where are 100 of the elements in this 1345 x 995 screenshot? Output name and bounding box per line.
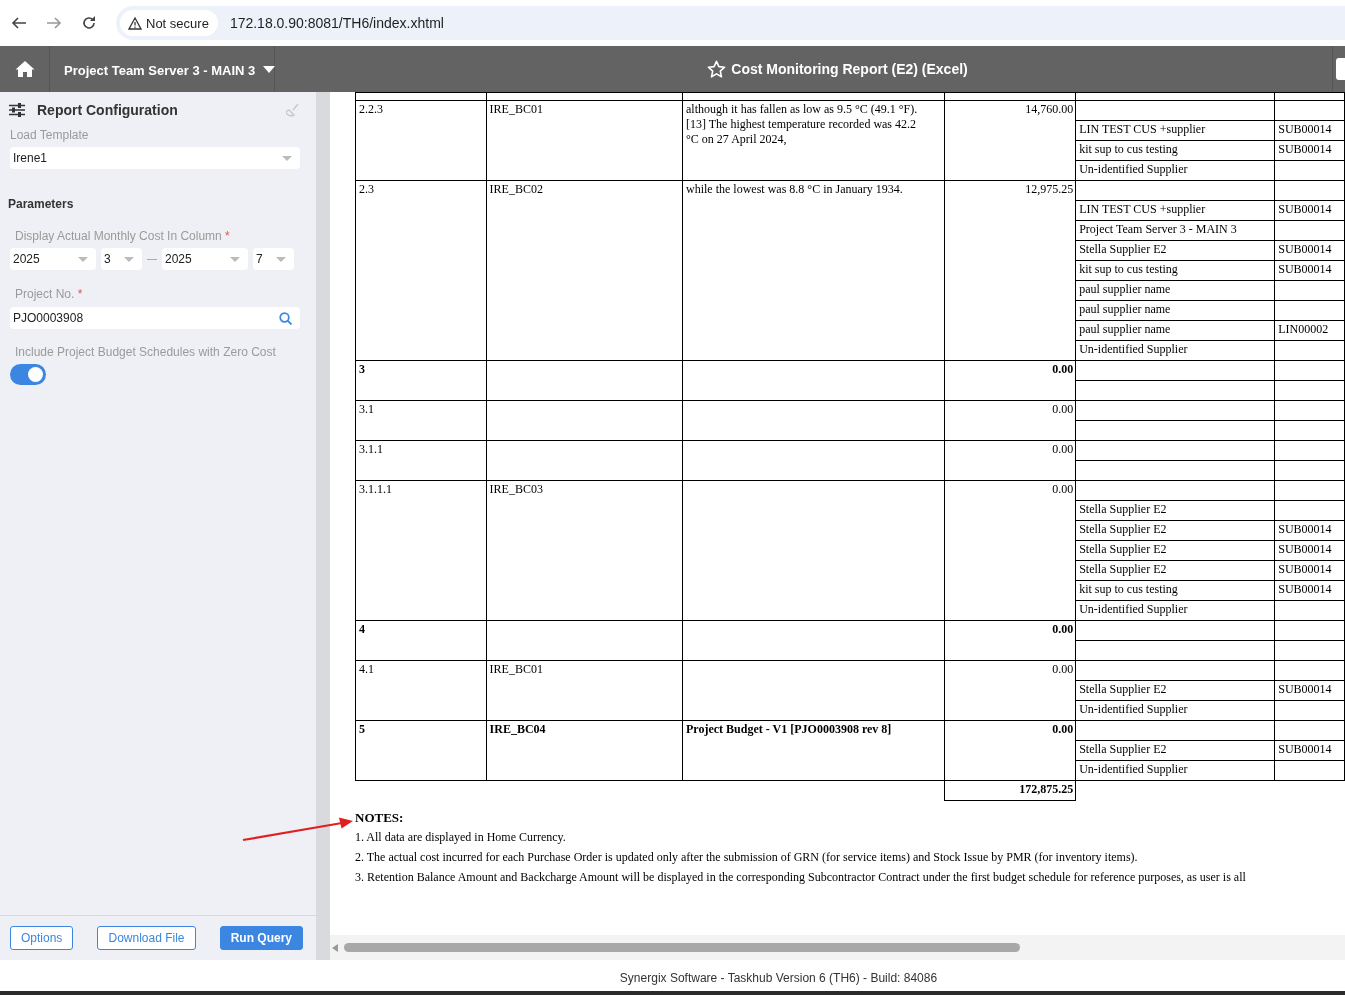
- address-bar[interactable]: Not secure 172.18.0.90:8081/TH6/index.xhtml: [116, 6, 1345, 40]
- notes-title: NOTES:: [355, 810, 405, 827]
- table-cell: Project Budget - V1 [PJO0003908 rev 8]: [682, 720, 945, 781]
- table-cell: SUB00014: [1274, 240, 1345, 261]
- table-cell: SUB00014: [1274, 580, 1345, 601]
- field-label: Project No. *: [15, 287, 84, 301]
- table-cell: IRE_BC01: [486, 660, 683, 721]
- table-cell: LIN TEST CUS +supplier: [1075, 120, 1275, 141]
- action-button[interactable]: Download File: [97, 926, 196, 950]
- table-cell: Stella Supplier E2: [1075, 680, 1275, 701]
- table-cell: Stella Supplier E2: [1075, 520, 1275, 541]
- footer-text: Synergix Software - Taskhub Version 6 (TH6) - Build: 84086: [619, 971, 938, 987]
- table-cell: 4.1: [355, 660, 487, 721]
- security-label: Not secure: [146, 15, 209, 31]
- table-cell: SUB00014: [1274, 740, 1345, 761]
- table-cell: 0.00: [944, 620, 1076, 661]
- table-cell: Project Team Server 3 - MAIN 3: [1075, 220, 1275, 241]
- warning-icon: [128, 16, 142, 30]
- field-label: Include Project Budget Schedules with Zero Cost: [15, 345, 277, 359]
- table-cell: Un-identified Supplier: [1075, 600, 1275, 621]
- table-cell: 14,760.00: [944, 100, 1076, 181]
- month-select[interactable]: 7: [253, 248, 294, 270]
- forward-icon[interactable]: [46, 15, 62, 31]
- table-cell: 3.1: [355, 400, 487, 441]
- note-text: 2. The actual cost incurred for each Purchase Order is updated only after the submission of GRN (for service items) and Stock Issue by PMR (for inventory items).: [355, 850, 1139, 866]
- table-cell: SUB00014: [1274, 680, 1345, 701]
- table-cell: kit sup to cus testing: [1075, 140, 1275, 161]
- scroll-left-icon[interactable]: [332, 943, 338, 952]
- table-cell: 0.00: [944, 400, 1076, 441]
- table-cell: SUB00014: [1274, 140, 1345, 161]
- table-cell: Stella Supplier E2: [1075, 540, 1275, 561]
- table-cell: IRE_BC01: [486, 100, 683, 181]
- table-cell: Un-identified Supplier: [1075, 700, 1275, 721]
- table-cell: SUB00014: [1274, 560, 1345, 581]
- table-cell: 0.00: [944, 440, 1076, 481]
- section-title: Parameters: [8, 197, 75, 211]
- table-cell: Stella Supplier E2: [1075, 560, 1275, 581]
- sliders-icon: [9, 103, 25, 117]
- report-title: Cost Monitoring Report (E2) (Excel): [731, 61, 968, 77]
- table-cell: SUB00014: [1274, 260, 1345, 281]
- url-text: 172.18.0.90:8081/TH6/index.xhtml: [229, 15, 444, 31]
- month-select[interactable]: 3: [101, 248, 142, 270]
- caret-icon: [276, 256, 286, 262]
- search-field[interactable]: [1336, 58, 1345, 80]
- table-cell: LIN00002: [1274, 320, 1345, 341]
- caret-icon: [282, 155, 292, 161]
- table-cell: Stella Supplier E2: [1075, 500, 1275, 521]
- table-cell: 0.00: [944, 360, 1076, 401]
- template-select[interactable]: Irene1: [10, 147, 300, 169]
- table-cell: IRE_BC03: [486, 480, 683, 621]
- caret-icon: [230, 256, 240, 262]
- reload-icon[interactable]: [81, 15, 97, 31]
- table-cell: 2.3: [355, 180, 487, 361]
- table-cell: Un-identified Supplier: [1075, 340, 1275, 361]
- year-select[interactable]: 2025: [162, 248, 248, 270]
- table-cell: 4: [355, 620, 487, 661]
- table-cell: kit sup to cus testing: [1075, 260, 1275, 281]
- project-name: Project Team Server 3 - MAIN 3: [64, 62, 256, 78]
- table-cell: 3.1.1: [355, 440, 487, 481]
- table-cell: paul supplier name: [1075, 300, 1275, 321]
- table-cell: while the lowest was 8.8 °C in January 1934.: [682, 180, 945, 361]
- table-cell: SUB00014: [1274, 540, 1345, 561]
- search-icon[interactable]: [279, 311, 292, 325]
- table-cell: kit sup to cus testing: [1075, 580, 1275, 601]
- table-cell: SUB00014: [1274, 120, 1345, 141]
- home-icon[interactable]: [14, 60, 35, 78]
- panel-title: Report Configuration: [37, 102, 179, 118]
- table-cell: IRE_BC02: [486, 180, 683, 361]
- field-label: Load Template: [10, 128, 90, 142]
- security-chip[interactable]: Not secure: [120, 10, 218, 36]
- field-label: Display Actual Monthly Cost In Column *: [15, 229, 231, 243]
- table-cell: 3.1.1.1: [355, 480, 487, 621]
- table-cell: 0.00: [944, 720, 1076, 781]
- note-text: 3. Retention Balance Amount and Backcharge Amount will be displayed in the corresponding Subcontractor Contract under the first budget schedule for reference purposes, as user is all: [355, 870, 1247, 886]
- table-cell: paul supplier name: [1075, 280, 1275, 301]
- star-icon[interactable]: [707, 60, 727, 78]
- action-button[interactable]: Run Query: [219, 926, 303, 950]
- table-cell: 172,875.25: [944, 780, 1076, 801]
- table-cell: LIN TEST CUS +supplier: [1075, 200, 1275, 221]
- table-cell: Stella Supplier E2: [1075, 740, 1275, 761]
- toggle-switch[interactable]: [10, 364, 46, 385]
- table-cell: 12,975.25: [944, 180, 1076, 361]
- table-cell: 0.00: [944, 660, 1076, 721]
- table-cell: paul supplier name: [1075, 320, 1275, 341]
- table-cell: IRE_BC04: [486, 720, 683, 781]
- table-cell: 2.2.3: [355, 100, 487, 181]
- caret-icon: [78, 256, 88, 262]
- table-cell: SUB00014: [1274, 200, 1345, 221]
- horizontal-scrollbar[interactable]: [330, 935, 1345, 960]
- back-icon[interactable]: [11, 15, 27, 31]
- project-field[interactable]: PJO0003908: [10, 307, 300, 329]
- action-button[interactable]: Options: [10, 926, 74, 950]
- table-cell: Stella Supplier E2: [1075, 240, 1275, 261]
- table-cell: Un-identified Supplier: [1075, 760, 1275, 781]
- table-cell: although it has fallen as low as 9.5 °C (49.1 °F). [13] The highest temperature recorded was 42.2 °C on 27 April 2024,: [682, 100, 945, 181]
- table-cell: 0.00: [944, 480, 1076, 621]
- caret-icon: [124, 256, 134, 262]
- table-cell: 3: [355, 360, 487, 401]
- year-select[interactable]: 2025: [10, 248, 96, 270]
- note-text: 1. All data are displayed in Home Currency.: [355, 830, 567, 846]
